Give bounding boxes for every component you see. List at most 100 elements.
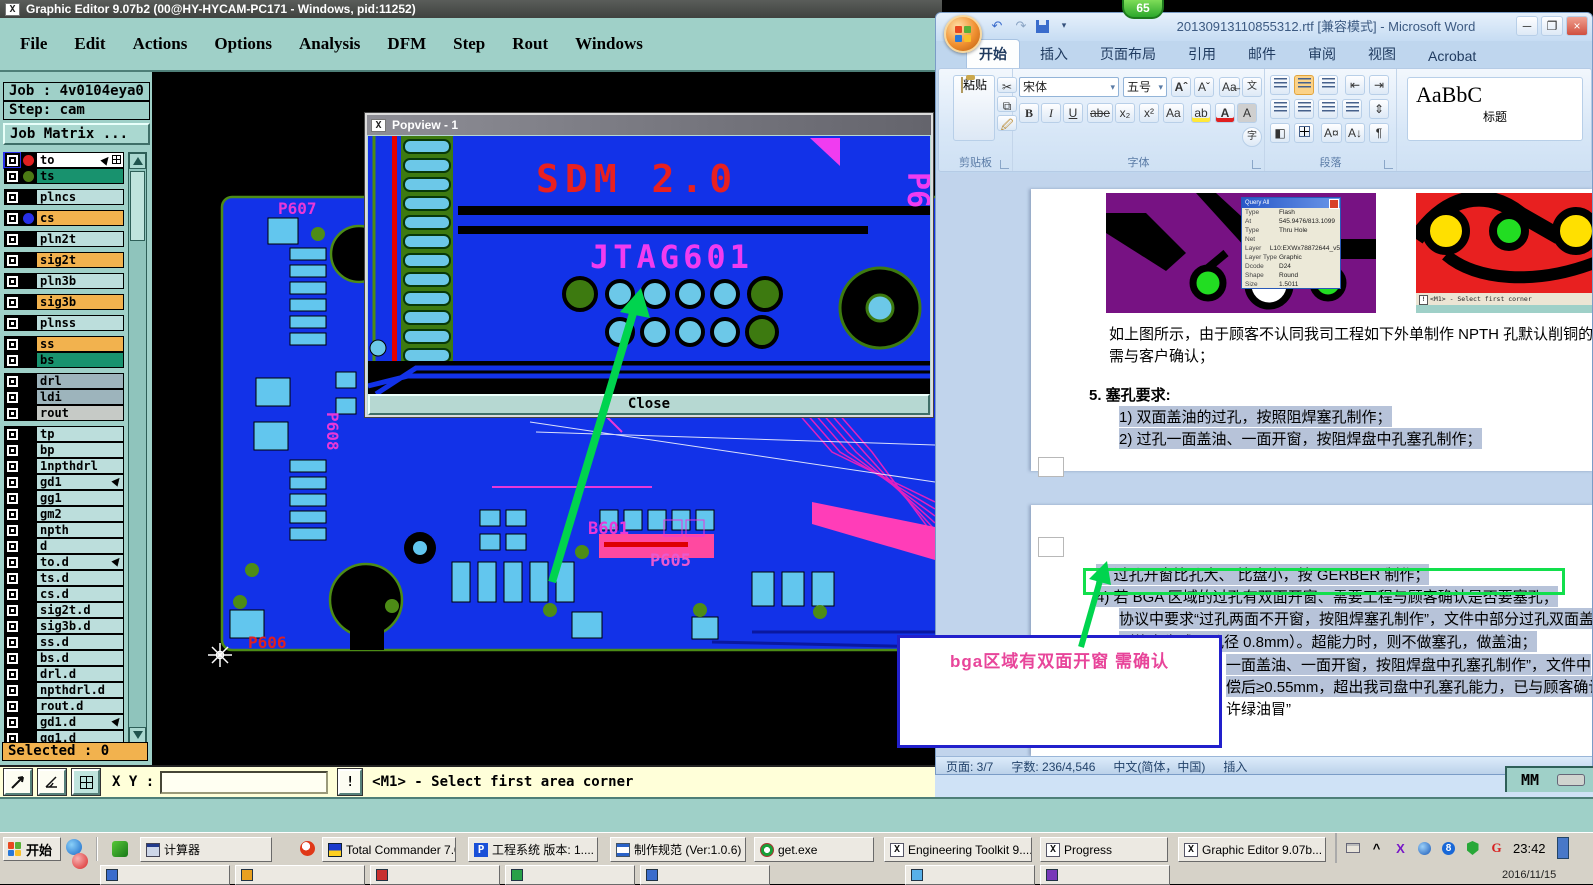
minimize-button[interactable]: ─	[1516, 16, 1538, 36]
char-shading-button[interactable]: A	[1237, 103, 1257, 123]
layer-visibility-checkbox[interactable]	[4, 506, 21, 522]
taskbar-row2-item[interactable]	[100, 865, 230, 885]
layer-name-label[interactable]: to	[36, 152, 124, 168]
tray-clock[interactable]: 23:42	[1513, 841, 1546, 856]
paragraph-dialog-launcher[interactable]	[1384, 160, 1393, 169]
multilevel-list-icon[interactable]	[1318, 75, 1338, 95]
maximize-button[interactable]: ❐	[1541, 16, 1563, 36]
align-left-icon[interactable]	[1270, 99, 1290, 119]
layer-visibility-checkbox[interactable]	[4, 252, 21, 268]
query-all-dialog[interactable]: Query All Type Flash At 545.9476/813.1099 Ty…	[1241, 197, 1341, 289]
taskbar-item-2[interactable]: Total Commander 7.0...	[322, 837, 456, 862]
menu-windows[interactable]: Windows	[575, 34, 643, 54]
word-tab-插入[interactable]: 插入	[1028, 40, 1080, 68]
increase-indent-icon[interactable]: ⇥	[1369, 75, 1389, 95]
layer-row-pln2t[interactable]: pln2t	[4, 231, 124, 247]
layer-visibility-checkbox[interactable]	[4, 538, 21, 554]
style-preview-card[interactable]: AaBbC 标题	[1407, 77, 1583, 141]
clear-format-button[interactable]: Aa̶	[1219, 77, 1240, 97]
layer-visibility-checkbox[interactable]	[4, 189, 21, 205]
layer-visibility-checkbox[interactable]	[4, 666, 21, 682]
layer-visibility-checkbox[interactable]	[3, 152, 22, 169]
layer-name-label[interactable]: d	[36, 538, 124, 554]
status-language[interactable]: 中文(简体，中国)	[1113, 758, 1205, 774]
status-wordcount[interactable]: 字数: 236/4,546	[1011, 758, 1095, 774]
layer-row-rout[interactable]: rout	[4, 405, 124, 421]
taskbar-row2-item[interactable]	[370, 865, 500, 885]
change-case-button[interactable]: Aa	[1163, 103, 1184, 123]
layer-name-label[interactable]: bs	[36, 352, 124, 368]
taskbar-row2-item[interactable]	[505, 865, 635, 885]
scroll-thumb[interactable]	[130, 171, 145, 241]
keyboard-icon[interactable]	[1345, 841, 1360, 856]
italic-button[interactable]: I	[1041, 103, 1061, 123]
show-desktop-widget[interactable]	[1556, 837, 1569, 859]
layer-row-drl.d[interactable]: drl.d	[4, 666, 124, 682]
undo-icon[interactable]: ↶	[988, 17, 1006, 35]
taskbar-row2-item[interactable]	[1040, 865, 1170, 885]
layer-name-label[interactable]: plncs	[36, 189, 124, 205]
menu-dfm[interactable]: DFM	[387, 34, 426, 54]
status-page[interactable]: 页面: 3/7	[946, 758, 993, 774]
layer-row-sig2t[interactable]: sig2t	[4, 252, 124, 268]
layer-name-label[interactable]: gd1	[36, 474, 124, 490]
layer-name-label[interactable]: drl	[36, 373, 124, 389]
text-highlight-button[interactable]: ab	[1191, 103, 1211, 123]
grow-font-button[interactable]: Aˆ	[1171, 77, 1191, 97]
show-marks-icon[interactable]: ¶	[1369, 123, 1389, 143]
layer-row-npthdrl.d[interactable]: npthdrl.d	[4, 682, 124, 698]
embedded-image-purple-pcb[interactable]: Query All Type Flash At 545.9476/813.1099 Ty…	[1106, 193, 1376, 313]
align-center-icon[interactable]	[1294, 99, 1314, 119]
redo-icon[interactable]: ↷	[1012, 17, 1030, 35]
font-color-button[interactable]: A	[1215, 103, 1235, 123]
layer-name-label[interactable]: npthdrl.d	[36, 682, 124, 698]
layer-name-label[interactable]: cs.d	[36, 586, 124, 602]
layer-visibility-checkbox[interactable]	[4, 714, 21, 730]
layer-name-label[interactable]: sig3b.d	[36, 618, 124, 634]
layer-visibility-checkbox[interactable]	[4, 442, 21, 458]
layer-name-label[interactable]: sig3b	[36, 294, 124, 310]
bold-button[interactable]: B	[1019, 103, 1039, 123]
layer-visibility-checkbox[interactable]	[4, 336, 21, 352]
layer-visibility-checkbox[interactable]	[4, 698, 21, 714]
layer-name-label[interactable]: ts	[36, 168, 124, 184]
xy-input[interactable]	[160, 770, 329, 794]
measure-tool-icon[interactable]	[37, 768, 67, 796]
clipboard-dialog-launcher[interactable]	[1000, 160, 1009, 169]
justify-icon[interactable]	[1342, 99, 1362, 119]
layer-visibility-checkbox[interactable]	[4, 474, 21, 490]
layer-visibility-checkbox[interactable]	[4, 634, 21, 650]
menu-options[interactable]: Options	[214, 34, 272, 54]
layer-name-label[interactable]: ss	[36, 336, 124, 352]
job-matrix-button[interactable]: Job Matrix ...	[3, 123, 150, 145]
alert-button[interactable]: !	[337, 768, 364, 796]
layer-row-plnss[interactable]: plnss	[4, 315, 124, 331]
layer-row-ts.d[interactable]: ts.d	[4, 570, 124, 586]
embedded-image-red-pcb[interactable]: <M1> - Select first corner	[1416, 193, 1592, 313]
superscript-button[interactable]: x²	[1139, 103, 1159, 123]
enclose-char-button[interactable]: 字	[1242, 127, 1262, 147]
menu-rout[interactable]: Rout	[512, 34, 548, 54]
menu-actions[interactable]: Actions	[133, 34, 188, 54]
layer-row-gm2[interactable]: gm2	[4, 506, 124, 522]
taskbar-item-5[interactable]: get.exe	[754, 837, 874, 862]
layer-visibility-checkbox[interactable]	[4, 352, 21, 368]
layer-row-1npthdrl[interactable]: 1npthdrl	[4, 458, 124, 474]
layer-visibility-checkbox[interactable]	[4, 373, 21, 389]
taskbar-item-3[interactable]: 工程系统 版本: 1....	[468, 837, 598, 862]
borders-icon[interactable]	[1294, 123, 1314, 143]
layer-row-sig2t.d[interactable]: sig2t.d	[4, 602, 124, 618]
scroll-up-icon[interactable]	[129, 153, 146, 169]
office-button[interactable]	[944, 15, 982, 53]
layer-name-label[interactable]: ts.d	[36, 570, 124, 586]
layer-visibility-checkbox[interactable]	[4, 554, 21, 570]
status-insert-mode[interactable]: 插入	[1223, 758, 1247, 774]
font-dialog-launcher[interactable]	[1252, 160, 1261, 169]
layer-row-d[interactable]: d	[4, 538, 124, 554]
word-tab-邮件[interactable]: 邮件	[1236, 40, 1288, 68]
layer-row-cs.d[interactable]: cs.d	[4, 586, 124, 602]
layer-row-gd1.d[interactable]: gd1.d	[4, 714, 124, 730]
layer-name-label[interactable]: ss.d	[36, 634, 124, 650]
pinyin-button[interactable]: 文	[1242, 77, 1262, 97]
layer-visibility-checkbox[interactable]	[4, 682, 21, 698]
